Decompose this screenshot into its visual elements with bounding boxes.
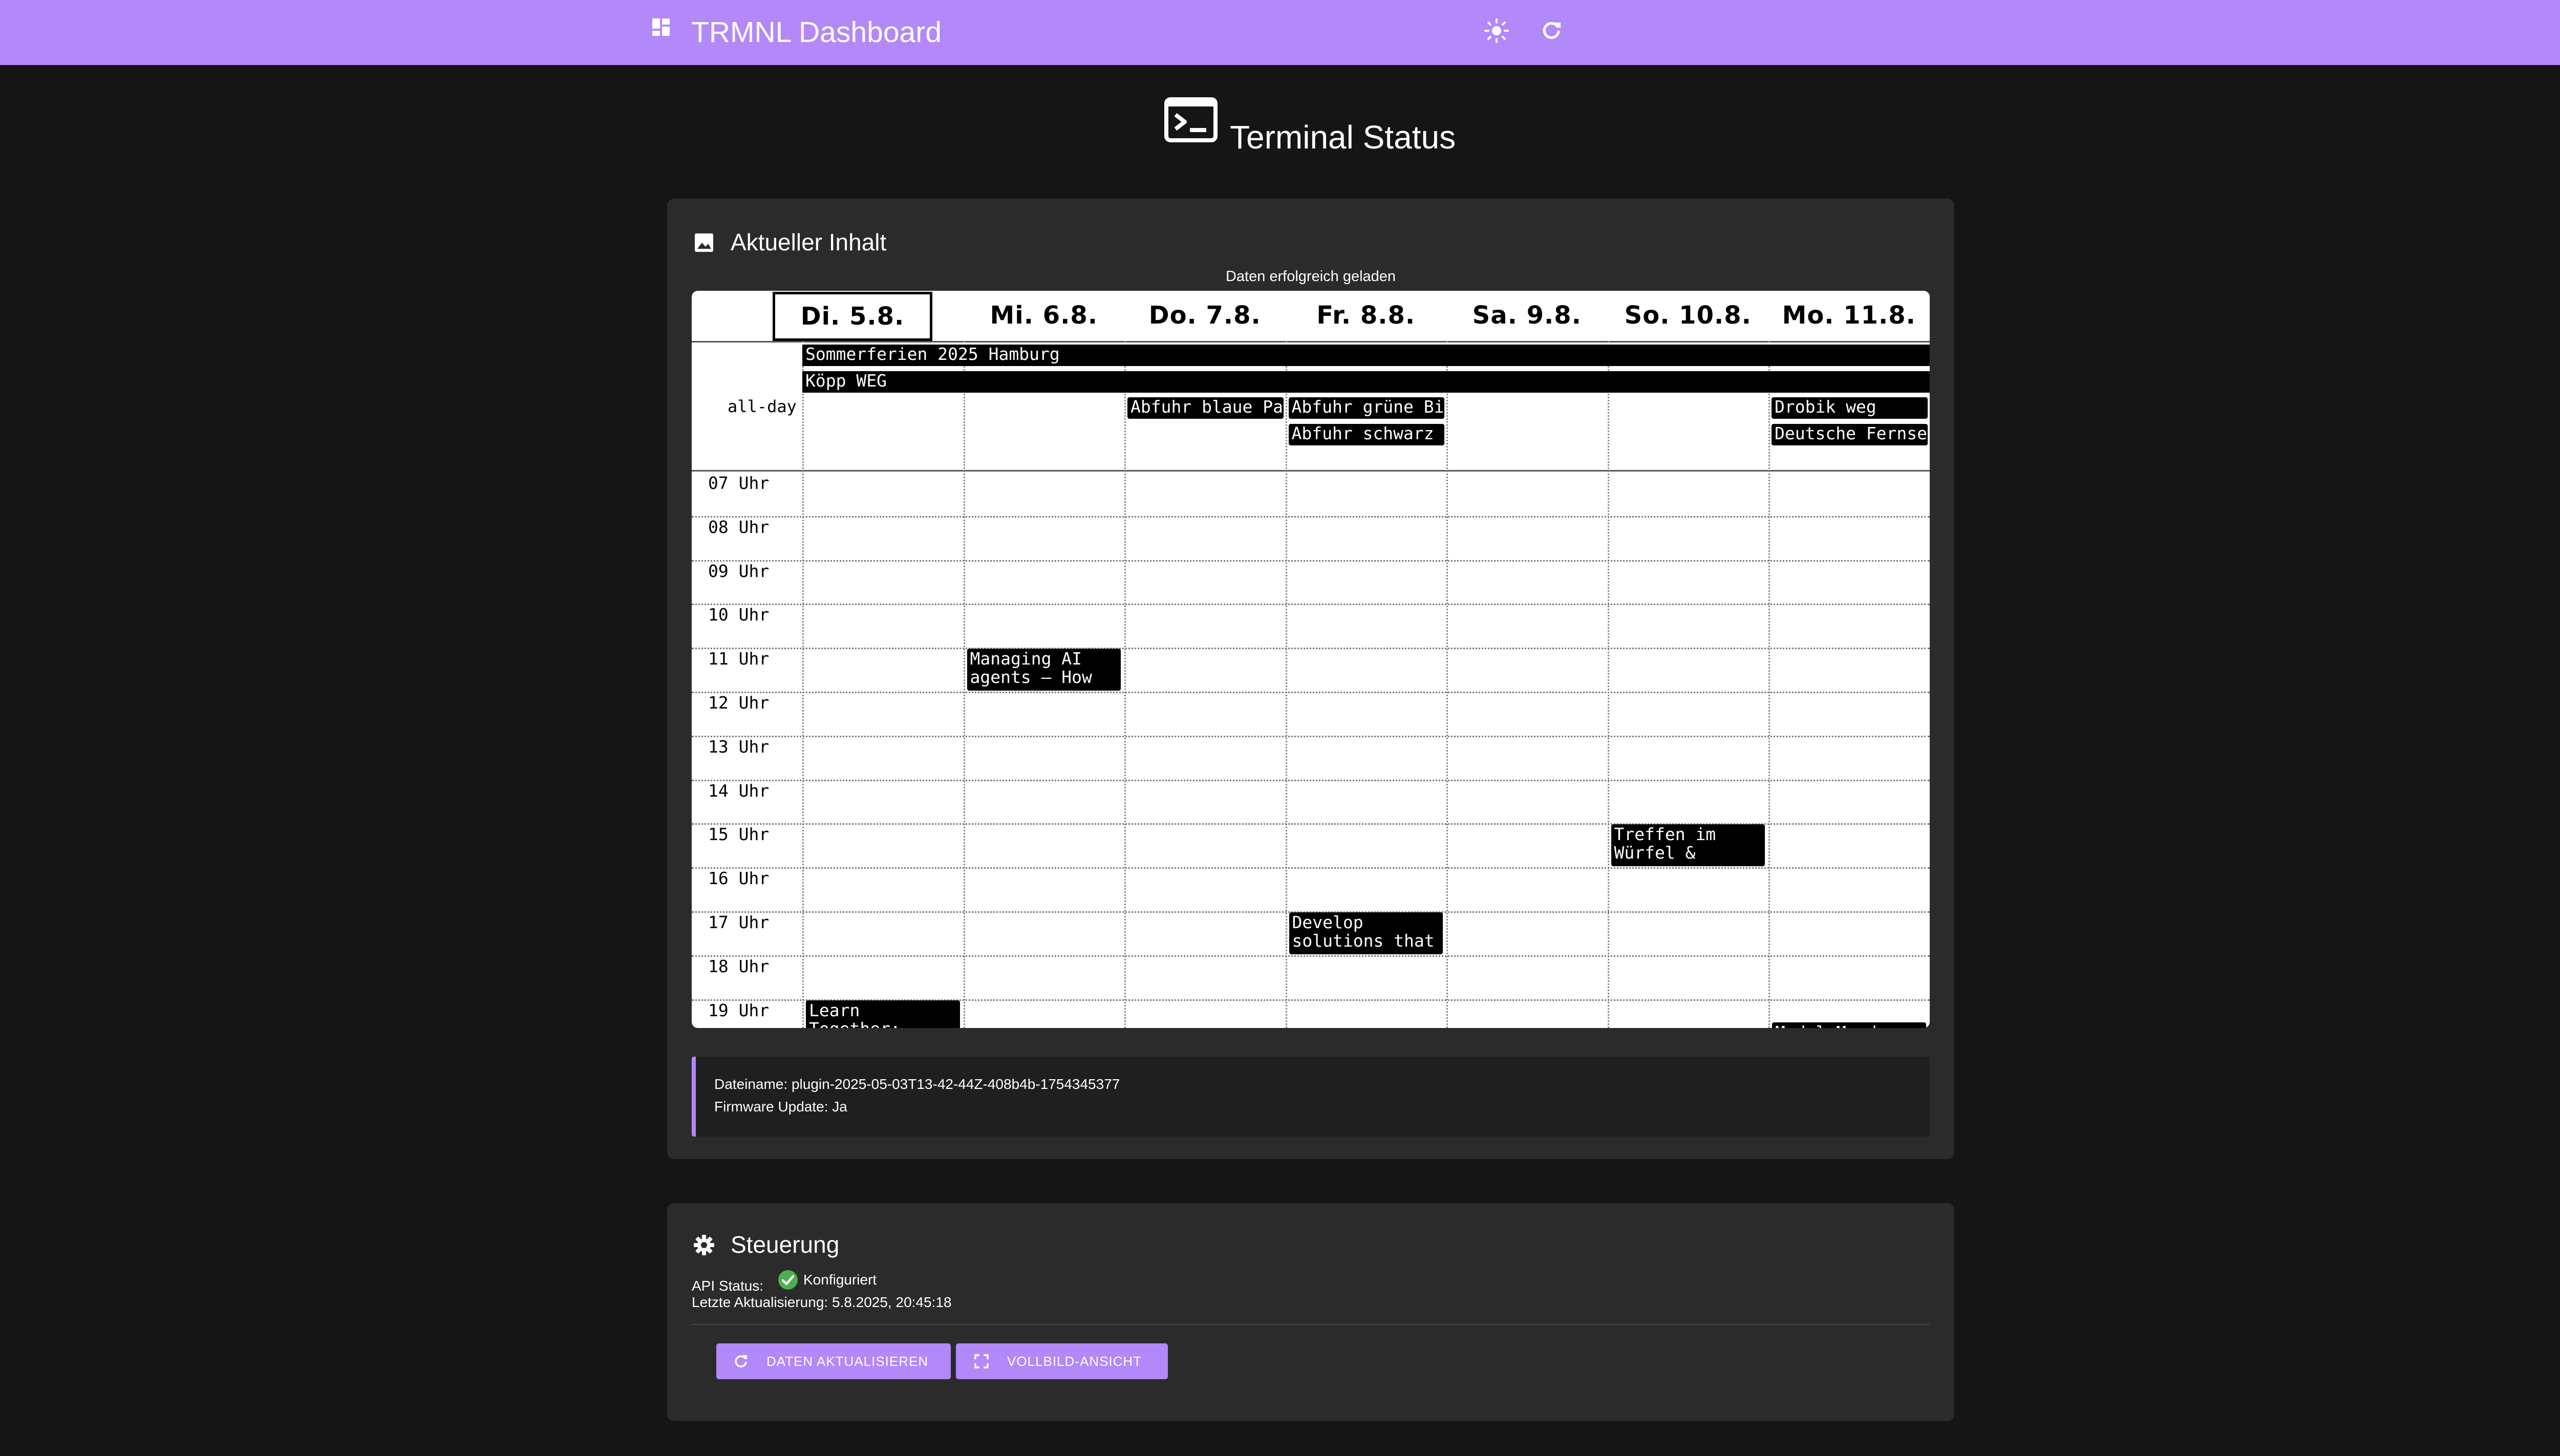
allday-label: all-day [728,397,797,416]
gear-icon [694,1235,714,1255]
last-update-text: Letzte Aktualisierung: 5.8.2025, 20:45:1… [692,1294,952,1310]
grid-line [1607,341,1609,1028]
grid-line [1285,341,1287,1028]
refresh-icon [1543,22,1561,39]
app-bar: TRMNL Dashboard [0,0,2560,65]
hour-label: 10 Uhr [708,605,770,625]
grid-line [692,867,1930,869]
grid-line [692,341,1930,342]
hour-label: 07 Uhr [708,473,770,493]
hour-label: 11 Uhr [708,649,770,669]
grid-line [692,955,1930,957]
app-title: TRMNL Dashboard [691,16,942,49]
timed-event[interactable]: Model Mondays [1772,1022,1926,1028]
api-status-value: Konfiguriert [803,1272,877,1288]
day-header: So. 10.8. [1624,301,1752,330]
grid-line [692,648,1930,650]
hour-label: 09 Uhr [708,561,770,581]
grid-line [1446,341,1448,1028]
current-content-card: Aktueller Inhalt Daten erfolgreich gelad… [667,199,1954,1159]
hour-label: 15 Uhr [708,824,770,845]
timed-event[interactable]: Managing AI agents – How [967,649,1121,691]
image-icon [695,233,713,252]
refresh-icon [735,1355,747,1367]
check-circle-icon [778,1270,798,1290]
control-card: Steuerung API Status: Konfiguriert Letzt… [667,1203,1954,1421]
hour-label: 17 Uhr [708,912,770,932]
day-header: Sa. 9.8. [1472,301,1582,330]
day-header: Di. 5.8. [773,292,932,341]
filename-text: Dateiname: plugin-2025-05-03T13-42-44Z-4… [714,1076,1120,1092]
refresh-data-label: DATEN AKTUALISIEREN [766,1354,929,1369]
hour-label: 16 Uhr [708,868,770,889]
allday-event[interactable]: Abfuhr blaue Pa [1127,397,1284,419]
page-title: Terminal Status [1230,119,1456,156]
card-title: Aktueller Inhalt [731,229,887,255]
fullscreen-icon [974,1354,989,1368]
divider [692,1324,1930,1325]
load-status-text: Daten erfolgreich geladen [1225,268,1396,285]
day-header: Mo. 11.8. [1782,301,1916,330]
card-title: Steuerung [731,1231,840,1258]
hour-label: 12 Uhr [708,693,770,713]
grid-line [963,341,965,1028]
refresh-button[interactable] [1536,15,1567,46]
grid-line [692,470,1930,472]
calendar-screen-image: Di. 5.8. Mi. 6.8. Do. 7.8. Fr. 8.8. Sa. 9.8.… [692,291,1930,1028]
allday-event[interactable]: Deutsche Fernse [1772,423,1928,445]
grid-line [802,341,804,1028]
allday-event[interactable]: Abfuhr schwarz [1288,423,1444,445]
timed-event[interactable]: Develop solutions that [1289,912,1443,954]
firmware-update-text: Firmware Update: Ja [714,1099,847,1115]
grid-line [692,604,1930,606]
timed-event[interactable]: Learn Together: [806,1000,960,1028]
theme-toggle-button[interactable] [1481,15,1512,46]
page-heading: Terminal Status [1164,97,1492,159]
file-info-box: Dateiname: plugin-2025-05-03T13-42-44Z-4… [692,1057,1930,1137]
hour-label: 08 Uhr [708,517,770,537]
grid-line [692,516,1930,518]
sun-icon [1484,18,1509,43]
allday-event[interactable]: Sommerferien 2025 Hamburg [802,345,1930,366]
refresh-data-button[interactable]: DATEN AKTUALISIEREN [716,1343,951,1379]
day-header: Fr. 8.8. [1316,301,1416,330]
allday-event[interactable]: Köpp WEG [802,371,1930,393]
allday-event[interactable]: Abfuhr grüne Bi [1288,397,1444,419]
allday-event[interactable]: Drobik weg [1772,397,1928,419]
hour-label: 13 Uhr [708,736,770,757]
grid-line [692,779,1930,781]
hour-label: 19 Uhr [708,1000,770,1020]
fullscreen-label: VOLLBILD-ANSICHT [1007,1354,1142,1369]
day-header: Do. 7.8. [1148,301,1261,330]
hour-label: 14 Uhr [708,780,770,801]
fullscreen-button[interactable]: VOLLBILD-ANSICHT [956,1343,1168,1379]
day-header: Mi. 6.8. [990,301,1098,330]
dashboard-icon [652,18,670,36]
hour-label: 18 Uhr [708,956,770,976]
grid-line [692,735,1930,737]
grid-line [1124,341,1126,1028]
grid-line [692,692,1930,693]
grid-line [1768,341,1770,1028]
terminal-icon [1164,97,1218,142]
timed-event[interactable]: Treffen im Würfel & [1611,824,1765,867]
grid-line [692,560,1930,562]
